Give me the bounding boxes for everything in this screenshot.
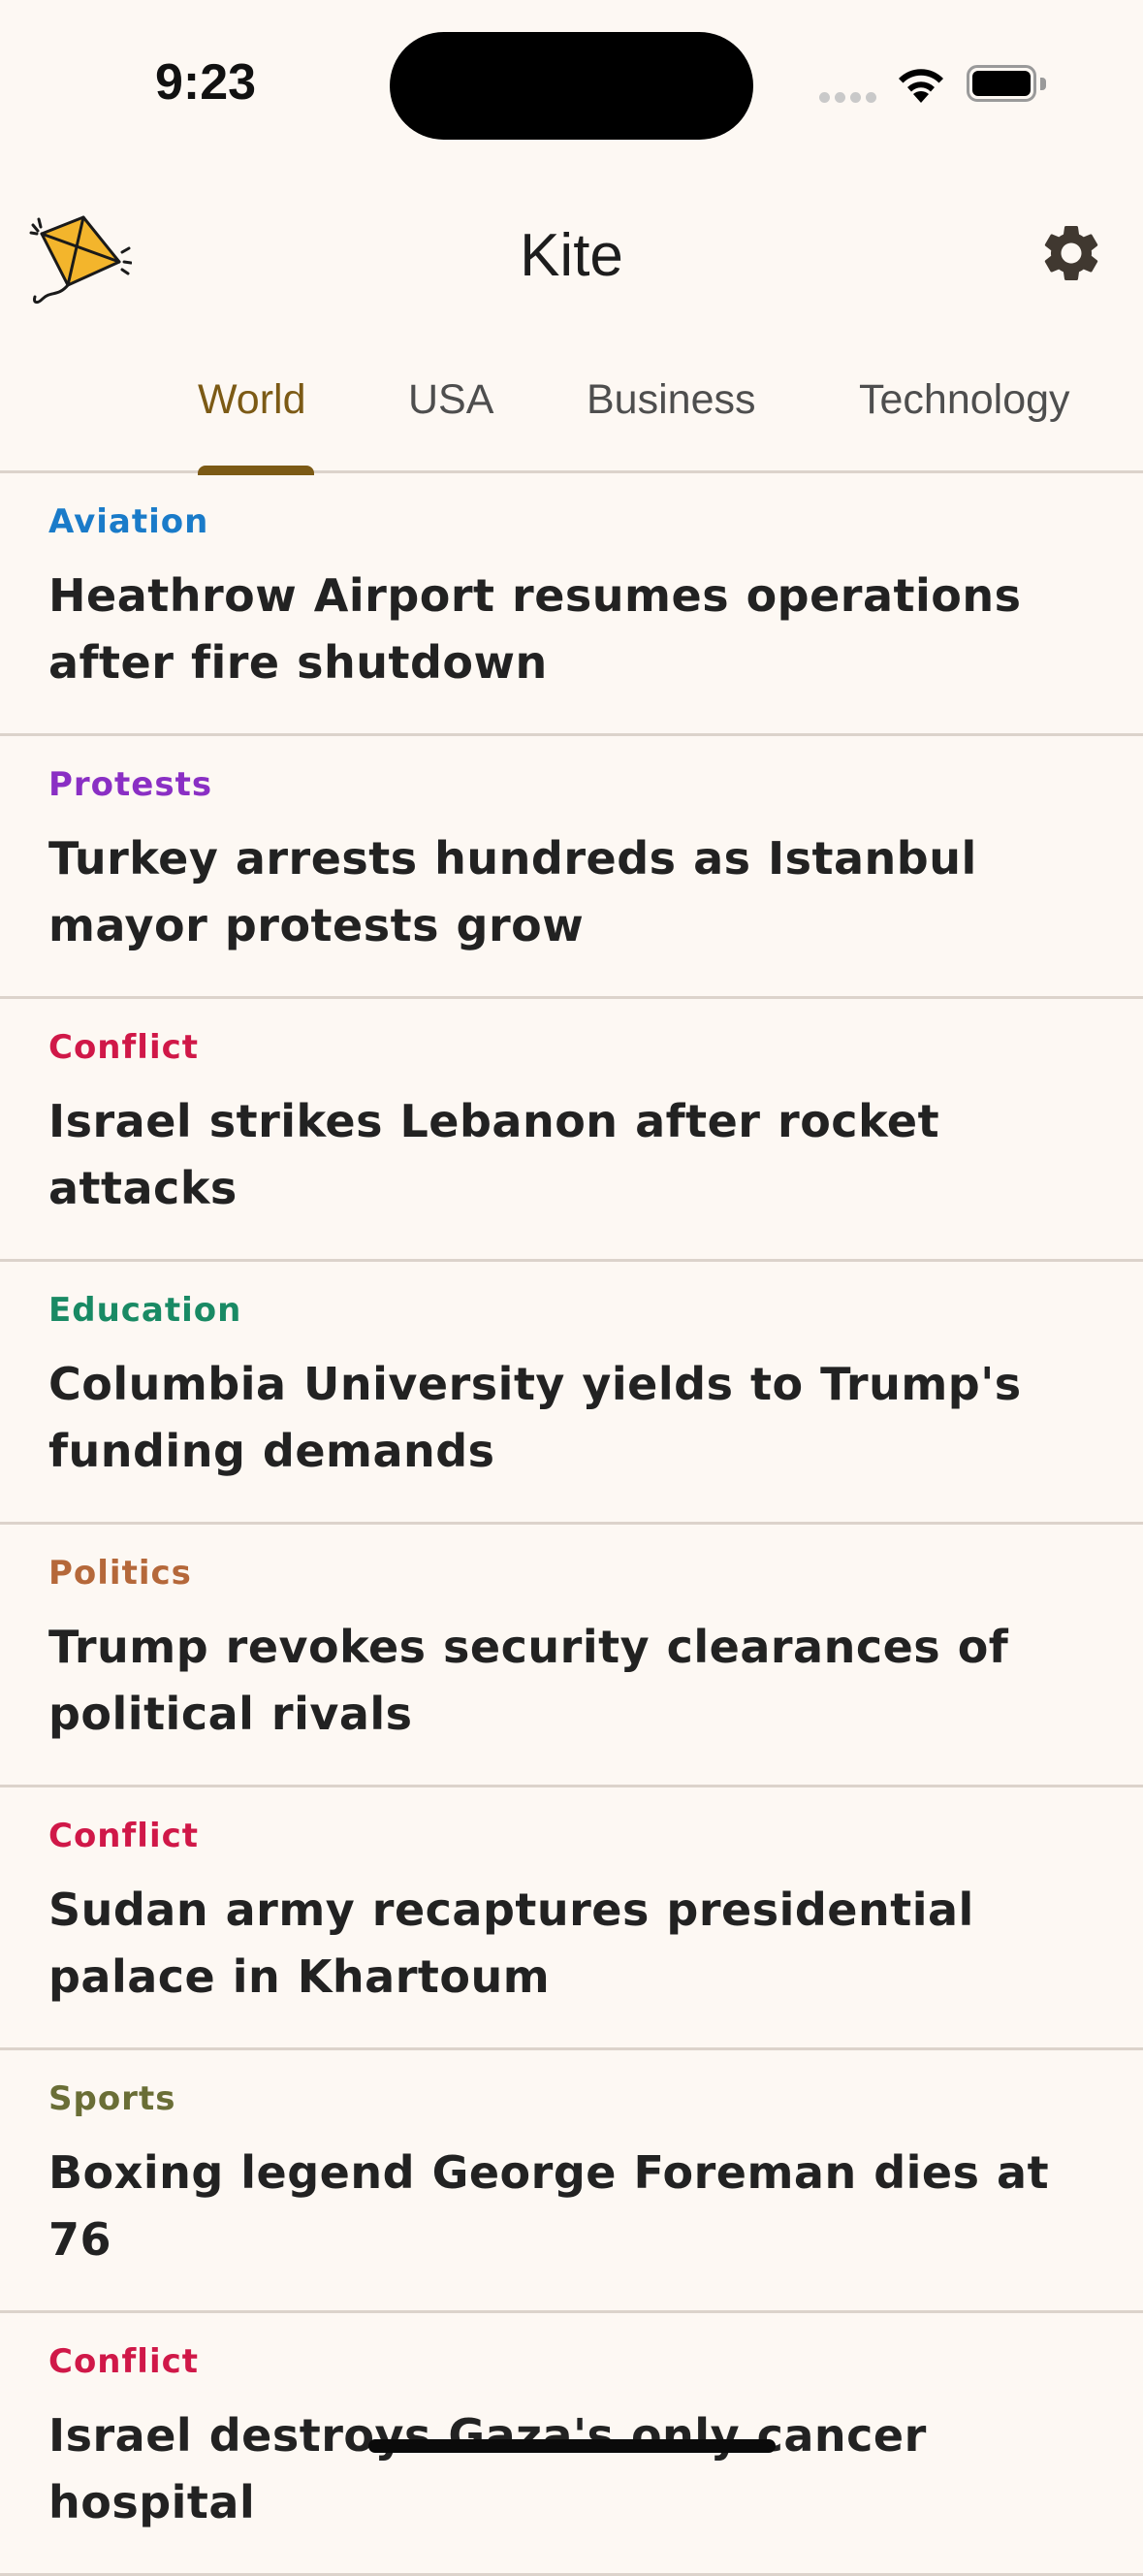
category-tab-bar: World USA Business Technology: [0, 359, 1143, 473]
tab-world[interactable]: World: [198, 376, 306, 424]
story-category: Conflict: [48, 2342, 200, 2381]
story-item[interactable]: Sports Boxing legend George Foreman dies…: [0, 2050, 1143, 2313]
story-item[interactable]: Politics Trump revokes security clearanc…: [0, 1525, 1143, 1787]
story-item[interactable]: Conflict Israel strikes Lebanon after ro…: [0, 999, 1143, 1262]
wifi-icon: [899, 69, 943, 103]
story-item[interactable]: Aviation Heathrow Airport resumes operat…: [0, 473, 1143, 736]
app-title: Kite: [520, 222, 623, 289]
story-category: Sports: [48, 2079, 176, 2118]
story-title: Sudan army recaptures presidential palac…: [48, 1884, 974, 2003]
dynamic-island: [390, 32, 753, 140]
story-category: Aviation: [48, 502, 209, 541]
status-time: 9:23: [155, 54, 257, 111]
story-category: Education: [48, 1291, 242, 1330]
app-header: Kite: [0, 184, 1143, 320]
tab-business[interactable]: Business: [587, 376, 755, 424]
story-title: Turkey arrests hundreds as Istanbul mayo…: [48, 832, 977, 951]
story-title: Trump revokes security clearances of pol…: [48, 1621, 1009, 1740]
story-list: Aviation Heathrow Airport resumes operat…: [0, 473, 1143, 2576]
cellular-signal-icon: [819, 92, 877, 106]
gear-icon[interactable]: [1037, 219, 1105, 287]
battery-icon: [967, 65, 1048, 104]
tab-usa[interactable]: USA: [408, 376, 493, 424]
story-item[interactable]: Conflict Sudan army recaptures president…: [0, 1787, 1143, 2050]
story-title: Israel strikes Lebanon after rocket atta…: [48, 1095, 940, 1214]
home-indicator: [368, 2439, 776, 2453]
story-item[interactable]: Education Columbia University yields to …: [0, 1262, 1143, 1525]
status-bar: 9:23: [0, 0, 1143, 165]
tab-technology[interactable]: Technology: [859, 376, 1070, 424]
story-category: Politics: [48, 1554, 192, 1593]
story-title: Heathrow Airport resumes operations afte…: [48, 569, 1022, 689]
story-category: Conflict: [48, 1028, 200, 1067]
story-category: Protests: [48, 765, 213, 804]
story-title: Boxing legend George Foreman dies at 76: [48, 2146, 1050, 2266]
story-category: Conflict: [48, 1817, 200, 1855]
story-title: Columbia University yields to Trump's fu…: [48, 1358, 1022, 1477]
story-title: Israel destroys Gaza's only cancer hospi…: [48, 2409, 927, 2528]
story-item[interactable]: Protests Turkey arrests hundreds as Ista…: [0, 736, 1143, 999]
